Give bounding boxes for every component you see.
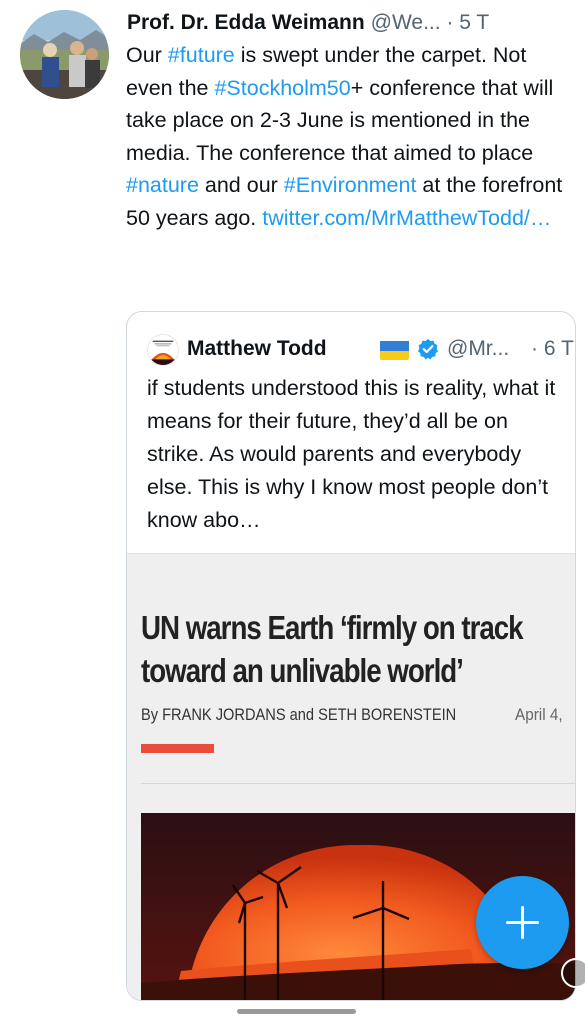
tweet-text-part: Our <box>126 43 168 67</box>
compose-tweet-button[interactable] <box>476 876 569 969</box>
author-handle[interactable]: @We... <box>371 11 441 34</box>
hashtag-nature[interactable]: #nature <box>126 173 199 197</box>
quoted-tweet-link[interactable]: twitter.com/​MrMatthewTodd/… <box>262 206 551 230</box>
quoted-tweet-time[interactable]: · 6 T <box>531 334 574 364</box>
article-title-line-1: UN warns Earth ‘firmly on track <box>141 609 524 646</box>
plus-icon <box>506 906 539 939</box>
home-indicator[interactable] <box>237 1009 356 1014</box>
author-avatar[interactable] <box>20 10 109 99</box>
divider <box>141 783 575 784</box>
hashtag-stockholm50[interactable]: #Stockholm50 <box>214 76 350 100</box>
tweet-header: Prof. Dr. Edda Weimann @We... · 5 T <box>127 8 567 38</box>
overflow-button-edge[interactable] <box>561 958 585 988</box>
article-byline: By FRANK JORDANS and SETH BORENSTEIN <box>141 705 457 724</box>
quoted-tweet-header: Matthew Todd @Mr... · 6 T <box>147 334 574 366</box>
quoted-author-name[interactable]: Matthew Todd <box>187 334 327 364</box>
verified-badge-icon <box>417 338 439 360</box>
quoted-author-handle[interactable]: @Mr... <box>447 334 509 364</box>
article-title-line-2: toward an unlivable world’ <box>141 652 464 689</box>
accent-bar <box>141 744 214 753</box>
hashtag-future[interactable]: #future <box>168 43 235 67</box>
article-date: April 4, <box>515 705 563 724</box>
article-title: UN warns Earth ‘firmly on track toward a… <box>141 606 524 692</box>
hashtag-environment[interactable]: #Environment <box>284 173 417 197</box>
quoted-author-avatar[interactable] <box>147 334 179 366</box>
tweet-text-part: and our <box>198 173 284 198</box>
tweet-time[interactable]: · 5 T <box>446 11 489 34</box>
tweet-text: Our #future is swept under the carpet. N… <box>126 39 571 235</box>
ukraine-flag-icon <box>380 340 409 360</box>
quoted-tweet-text: if students understood this is reality, … <box>147 376 556 532</box>
author-name[interactable]: Prof. Dr. Edda Weimann <box>127 11 365 34</box>
